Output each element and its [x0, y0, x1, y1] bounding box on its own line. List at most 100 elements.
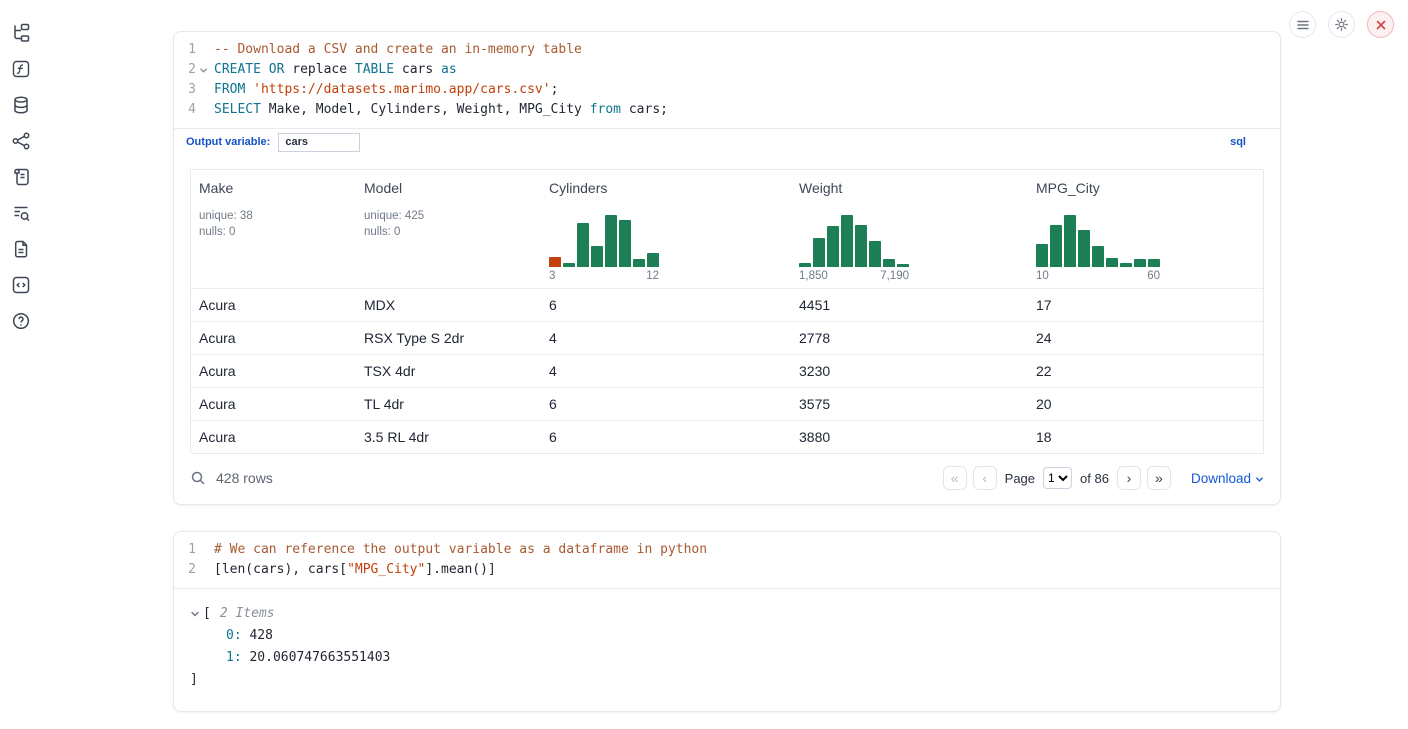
histogram-bar[interactable] [605, 215, 617, 267]
output-variable-bar: Output variable: sql [174, 128, 1280, 155]
code-line[interactable]: 1-- Download a CSV and create an in-memo… [174, 40, 1268, 60]
column-header[interactable]: Modelunique: 425nulls: 0 [356, 170, 541, 288]
next-page-button[interactable]: › [1117, 466, 1141, 490]
text-search-icon[interactable] [6, 198, 36, 228]
table-row[interactable]: AcuraMDX6445117 [191, 288, 1263, 321]
table-cell: RSX Type S 2dr [356, 321, 541, 354]
item-index: 0: [226, 625, 242, 647]
previous-page-button[interactable]: ‹ [973, 466, 997, 490]
histogram-max-label: 60 [1147, 270, 1160, 282]
table-row[interactable]: AcuraTL 4dr6357520 [191, 387, 1263, 420]
histogram-max-label: 7,190 [880, 270, 909, 282]
functions-icon[interactable] [6, 54, 36, 84]
first-page-button[interactable]: « [943, 466, 967, 490]
database-icon[interactable] [6, 90, 36, 120]
file-tree-icon[interactable] [6, 18, 36, 48]
output-variable-input[interactable] [278, 133, 360, 152]
table-cell: 3880 [791, 420, 1028, 453]
histogram-min-label: 10 [1036, 270, 1049, 282]
histogram-bar[interactable] [813, 238, 825, 267]
close-icon[interactable] [1367, 11, 1394, 38]
item-index: 1: [226, 647, 242, 669]
menu-icon[interactable] [1289, 11, 1316, 38]
column-stat: nulls: 0 [199, 224, 348, 240]
histogram-bar[interactable] [549, 257, 561, 267]
output-close-row: ] [190, 669, 1264, 691]
search-icon[interactable] [190, 470, 206, 486]
histogram-bar[interactable] [1148, 259, 1160, 267]
page-total-label: of 86 [1080, 471, 1109, 486]
help-icon[interactable] [6, 306, 36, 336]
table-cell: 3.5 RL 4dr [356, 420, 541, 453]
column-stat: nulls: 0 [364, 224, 533, 240]
download-button[interactable]: Download [1191, 471, 1264, 486]
histogram-bar[interactable] [827, 226, 839, 267]
histogram-bar[interactable] [1092, 246, 1104, 267]
histogram-bar[interactable] [1106, 258, 1118, 267]
histogram-bar[interactable] [563, 263, 575, 267]
column-label: MPG_City [1036, 180, 1255, 196]
histogram-bar[interactable] [647, 253, 659, 267]
histogram-bar[interactable] [869, 241, 881, 267]
dependency-graph-icon[interactable] [6, 126, 36, 156]
code-panel-icon[interactable] [6, 270, 36, 300]
histogram-bar[interactable] [883, 259, 895, 267]
histogram-bar[interactable] [1120, 263, 1132, 267]
code-line[interactable]: 1# We can reference the output variable … [174, 540, 1268, 560]
code-line[interactable]: 2CREATE OR replace TABLE cars as [174, 60, 1268, 80]
histogram-bar[interactable] [1036, 244, 1048, 267]
last-page-button[interactable]: » [1147, 466, 1171, 490]
python-code-editor[interactable]: 1# We can reference the output variable … [174, 532, 1280, 588]
table-cell: 6 [541, 288, 791, 321]
code-line[interactable]: 4SELECT Make, Model, Cylinders, Weight, … [174, 100, 1268, 120]
table-cell: Acura [191, 420, 356, 453]
histogram-bar[interactable] [1078, 230, 1090, 267]
line-number: 1 [174, 40, 196, 60]
scroll-icon[interactable] [6, 162, 36, 192]
collapse-chevron-icon[interactable] [190, 609, 200, 619]
histogram-bar[interactable] [799, 263, 811, 267]
column-histogram[interactable]: 1,8507,190 [799, 215, 909, 282]
histogram-bar[interactable] [841, 215, 853, 267]
column-header[interactable]: Weight1,8507,190 [791, 170, 1028, 288]
sql-cell: 1-- Download a CSV and create an in-memo… [173, 31, 1281, 505]
column-header[interactable]: Makeunique: 38nulls: 0 [191, 170, 356, 288]
fold-gutter [196, 540, 210, 560]
table-cell: 20 [1028, 387, 1263, 420]
table-footer: 428 rows « ‹ Page 1 of 86 › » Download [174, 454, 1280, 504]
histogram-bar[interactable] [577, 223, 589, 267]
table-cell: Acura [191, 354, 356, 387]
column-header[interactable]: Cylinders312 [541, 170, 791, 288]
histogram-bar[interactable] [619, 220, 631, 267]
column-histogram[interactable]: 312 [549, 215, 659, 282]
histogram-bar[interactable] [591, 246, 603, 267]
histogram-bars [1036, 215, 1160, 267]
fold-gutter [196, 560, 210, 580]
histogram-bar[interactable] [855, 225, 867, 267]
snippets-icon[interactable] [6, 234, 36, 264]
histogram-bar[interactable] [1134, 259, 1146, 267]
notebook-actions [1289, 11, 1394, 38]
gear-icon[interactable] [1328, 11, 1355, 38]
sql-code-editor[interactable]: 1-- Download a CSV and create an in-memo… [174, 32, 1280, 128]
page-select[interactable]: 1 [1043, 467, 1072, 489]
column-header[interactable]: MPG_City 10 60 [1028, 170, 1263, 288]
column-histogram[interactable]: 10 60 [1036, 215, 1160, 282]
histogram-bar[interactable] [897, 264, 909, 267]
fold-chevron-icon[interactable] [196, 60, 210, 80]
table-cell: 2778 [791, 321, 1028, 354]
output-list-item: 0: 428 [190, 625, 1264, 647]
table-row[interactable]: AcuraRSX Type S 2dr4277824 [191, 321, 1263, 354]
table-cell: 6 [541, 387, 791, 420]
output-collapse-row: [ 2 Items [190, 603, 1264, 625]
row-count: 428 rows [216, 470, 273, 486]
histogram-bar[interactable] [633, 259, 645, 267]
histogram-bar[interactable] [1064, 215, 1076, 267]
code-line[interactable]: 3FROM 'https://datasets.marimo.app/cars.… [174, 80, 1268, 100]
histogram-bar[interactable] [1050, 225, 1062, 267]
code-line[interactable]: 2[len(cars), cars["MPG_City"].mean()] [174, 560, 1268, 580]
table-row[interactable]: AcuraTSX 4dr4323022 [191, 354, 1263, 387]
line-number: 2 [174, 60, 196, 80]
table-row[interactable]: Acura3.5 RL 4dr6388018 [191, 420, 1263, 453]
items-count-label: 2 Items [220, 603, 275, 625]
